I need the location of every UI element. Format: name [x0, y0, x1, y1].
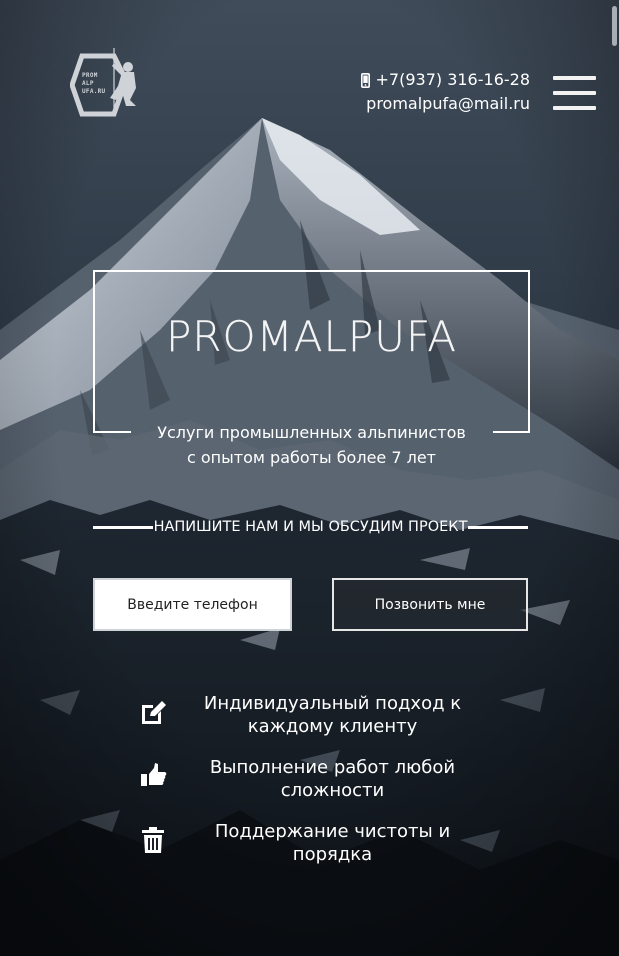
- trash-icon: [142, 827, 164, 853]
- mobile-phone-icon: [360, 72, 370, 88]
- call-me-button[interactable]: Позвонить мне: [332, 578, 528, 631]
- mountain-background: [0, 0, 619, 956]
- hamburger-menu-icon[interactable]: [553, 74, 596, 112]
- feature-line-1: Выполнение работ любой: [209, 757, 456, 778]
- logo-wordmark: PROM ALP UFA.RU: [82, 72, 112, 96]
- hero-subtitle-line-2: с опытом работы более 7 лет: [187, 448, 436, 467]
- feature-line-2: каждому клиенту: [247, 716, 418, 737]
- logo-line-2: ALP: [82, 80, 94, 87]
- menu-bar-top: [553, 76, 596, 80]
- header-contacts: +7(937) 316-16-28 promalpufa@mail.ru: [360, 68, 531, 116]
- feature-item-cleanliness: Поддержание чистоты и порядка: [130, 821, 510, 876]
- hero-subtitle: Услуги промышленных альпинистов с опытом…: [120, 420, 503, 470]
- thumbs-up-icon: [141, 763, 167, 786]
- hero-title: PROMALPUFA: [165, 312, 458, 361]
- scrollbar[interactable]: [610, 0, 619, 956]
- hero-subtitle-line-1: Услуги промышленных альпинистов: [157, 423, 466, 442]
- feature-item-individual: Индивидуальный подход к каждому клиенту: [130, 693, 510, 748]
- landing-page: PROM ALP UFA.RU +7(937) 316-16-28 promal…: [0, 0, 619, 956]
- logo-line-3: UFA.RU: [82, 88, 106, 95]
- cta-right-line: [468, 525, 529, 529]
- feature-text-complexity: Выполнение работ любой сложности: [190, 756, 475, 802]
- logo[interactable]: PROM ALP UFA.RU: [69, 48, 146, 122]
- feature-text-individual: Индивидуальный подход к каждому клиенту: [190, 692, 475, 738]
- phone-row[interactable]: +7(937) 316-16-28: [360, 68, 531, 92]
- feature-line-2: порядка: [292, 844, 373, 865]
- email-link[interactable]: promalpufa@mail.ru: [361, 92, 530, 116]
- cta-left-line: [93, 525, 153, 529]
- cta-text: НАПИШИТЕ НАМ И МЫ ОБСУДИМ ПРОЕКТ: [153, 519, 468, 535]
- phone-input[interactable]: [93, 578, 292, 631]
- logo-line-1: PROM: [82, 72, 98, 79]
- feature-item-complexity: Выполнение работ любой сложности: [130, 757, 510, 812]
- cta-heading: НАПИШИТЕ НАМ И МЫ ОБСУДИМ ПРОЕКТ: [93, 514, 529, 540]
- feature-line-1: Индивидуальный подход к: [203, 693, 462, 714]
- feature-line-2: сложности: [280, 780, 385, 801]
- menu-bar-bottom: [553, 106, 596, 110]
- scrollbar-thumb[interactable]: [612, 6, 617, 46]
- feature-text-cleanliness: Поддержание чистоты и порядка: [190, 820, 475, 866]
- edit-icon: [142, 701, 166, 724]
- menu-bar-middle: [553, 91, 596, 95]
- phone-link[interactable]: +7(937) 316-16-28: [376, 68, 531, 92]
- feature-line-1: Поддержание чистоты и: [214, 821, 451, 842]
